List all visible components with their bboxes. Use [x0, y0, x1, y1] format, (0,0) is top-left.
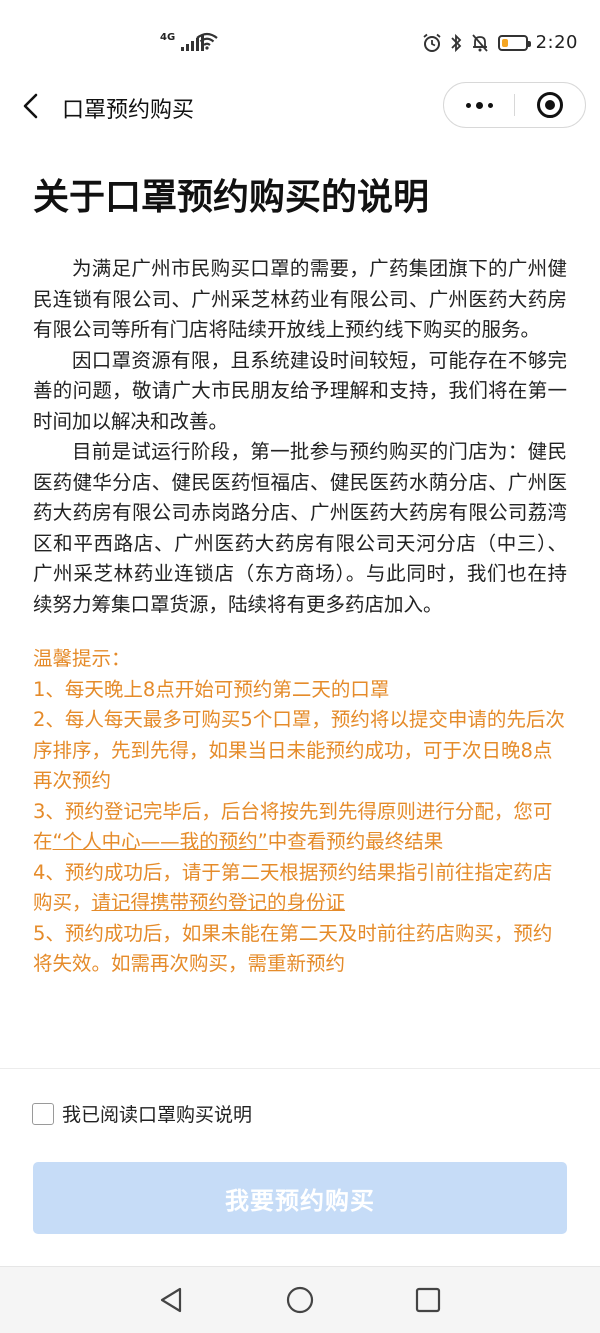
notice-item: 3、预约登记完毕后，后台将按先到先得原则进行分配，您可在“个人中心——我的预约”…: [33, 797, 567, 858]
notice-item-text: 中查看预约最终结果: [267, 830, 444, 853]
bottom-divider: [0, 1068, 600, 1069]
alarm-icon: [423, 33, 441, 52]
network-type: 4G: [160, 32, 176, 43]
battery-level: [501, 38, 508, 47]
reserve-purchase-button[interactable]: 我要预约购买: [33, 1162, 567, 1234]
notice-block: 温馨提示： 1、每天晚上8点开始可预约第二天的口罩 2、每人每天最多可购买5个口…: [33, 644, 567, 980]
system-back-button[interactable]: [156, 1285, 186, 1315]
article-paragraph: 目前是试运行阶段，第一批参与预约购买的门店为：健民医药健华分店、健民医药恒福店、…: [33, 440, 567, 616]
close-miniprogram-icon: [537, 92, 563, 118]
circle-home-icon: [286, 1286, 314, 1314]
status-right-group: 2:20: [422, 32, 578, 53]
notice-item: 4、预约成功后，请于第二天根据预约结果指引前往指定药店购买，请记得携带预约登记的…: [33, 858, 567, 919]
miniprogram-capsule: [443, 82, 586, 128]
status-bar: 4G 2:20: [0, 0, 600, 80]
system-home-button[interactable]: [285, 1285, 315, 1315]
article-heading: 关于口罩预约购买的说明: [33, 177, 430, 218]
battery-icon: [497, 34, 531, 51]
nav-bar: 口罩预约购买: [0, 80, 600, 132]
id-card-reminder-link[interactable]: 请记得携带预约登记的身份证: [92, 891, 346, 914]
bluetooth-icon: [450, 33, 461, 52]
my-reservation-link[interactable]: “个人中心——我的预约”: [53, 830, 268, 853]
article-paragraph: 因口罩资源有限，且系统建设时间较短，可能存在不够完善的问题，敬请广大市民朋友给予…: [33, 348, 567, 433]
notice-title: 温馨提示：: [33, 647, 131, 670]
wifi-icon: [196, 32, 218, 50]
square-recents-icon: [415, 1287, 441, 1313]
mute-icon: [471, 33, 488, 52]
article-paragraph: 为满足广州市民购买口罩的需要，广药集团旗下的广州健民连锁有限公司、广州采芝林药业…: [33, 257, 567, 341]
page-title: 口罩预约购买: [62, 98, 195, 123]
notice-item: 1、每天晚上8点开始可预约第二天的口罩: [33, 677, 390, 701]
status-time: 2:20: [535, 32, 578, 53]
system-recents-button[interactable]: [413, 1285, 443, 1315]
agreement-row[interactable]: 我已阅读口罩购买说明: [32, 1100, 252, 1127]
more-icon: [465, 101, 493, 109]
close-miniprogram-button[interactable]: [515, 83, 585, 127]
article-content: 关于口罩预约购买的说明 为满足广州市民购买口罩的需要，广药集团旗下的广州健民连锁…: [33, 168, 567, 980]
back-icon[interactable]: [18, 92, 46, 120]
notice-item: 5、预约成功后，如果未能在第二天及时前往药店购买，预约将失效。如需再次购买，需重…: [33, 921, 553, 976]
agreement-label: 我已阅读口罩购买说明: [62, 1104, 253, 1126]
system-navigation-bar: [0, 1266, 600, 1333]
agreement-checkbox[interactable]: [32, 1102, 54, 1125]
triangle-back-icon: [160, 1287, 182, 1313]
more-button[interactable]: [444, 83, 514, 127]
notice-item: 2、每人每天最多可购买5个口罩，预约将以提交申请的先后次序排序，先到先得，如果当…: [33, 708, 565, 792]
